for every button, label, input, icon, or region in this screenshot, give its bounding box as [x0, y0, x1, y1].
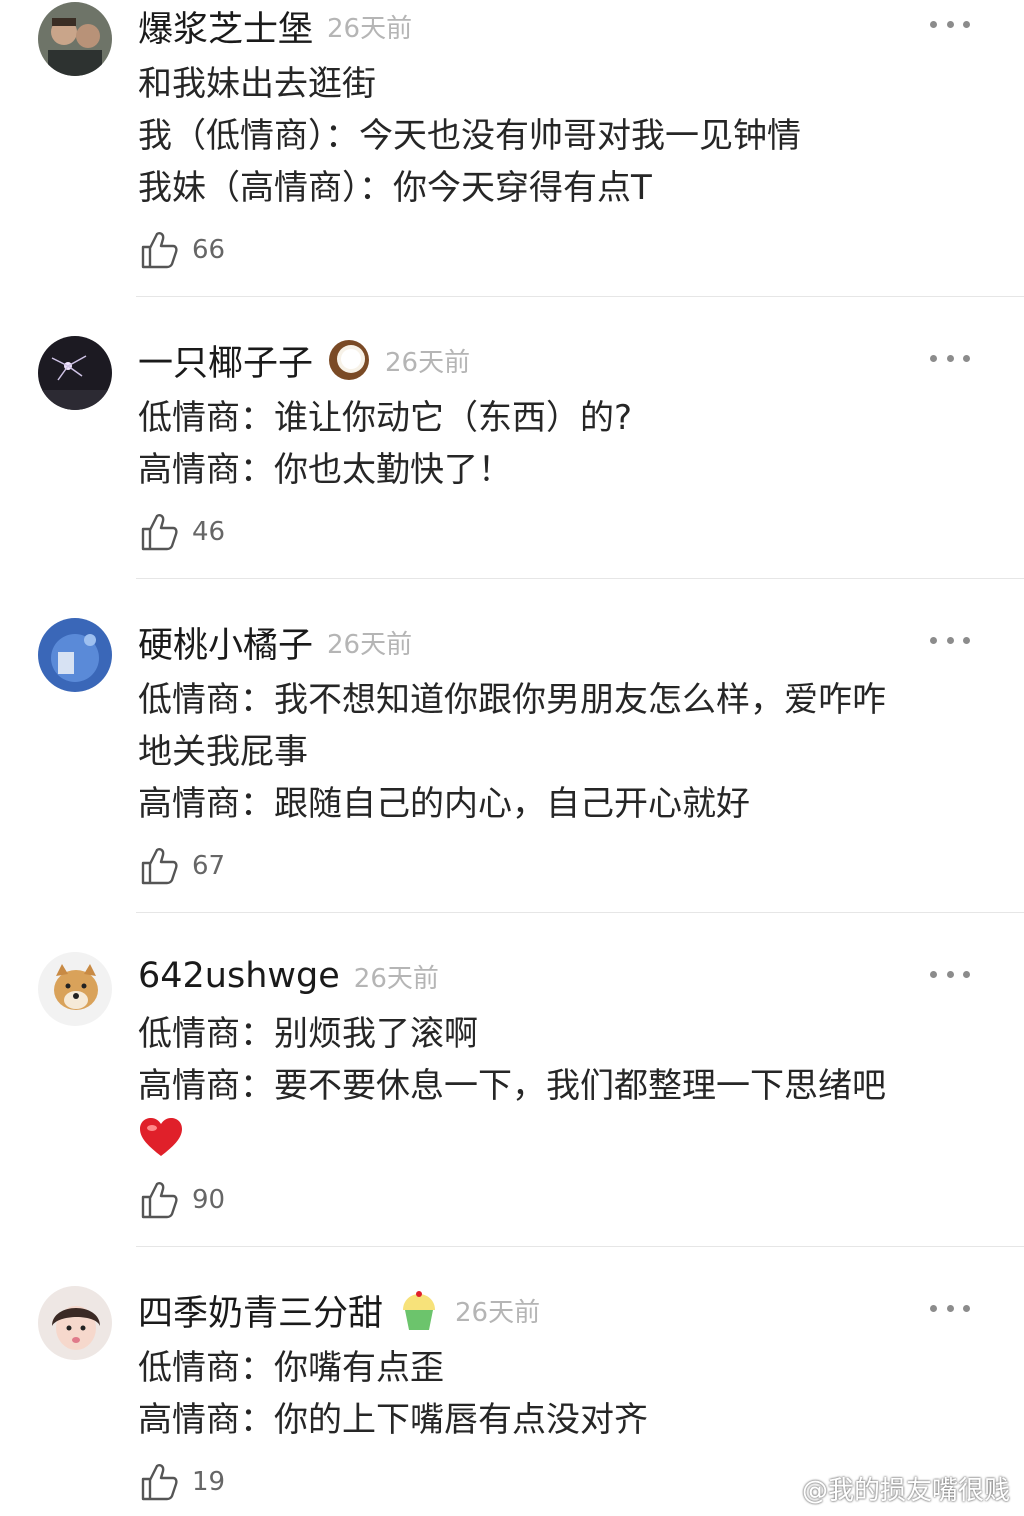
like-count: 67 [192, 851, 226, 881]
comment-line: 高情商：跟随自己的内心，自己开心就好 [138, 784, 750, 824]
divider [136, 912, 1024, 913]
username[interactable]: 四季奶青三分甜 [138, 1285, 383, 1336]
like-count: 19 [192, 1467, 226, 1497]
like-button[interactable]: 67 [140, 846, 225, 886]
comment-text: 低情商：别烦我了滚啊 高情商：要不要休息一下，我们都整理一下思绪吧 [138, 1008, 998, 1164]
cupcake-emoji [397, 1288, 441, 1332]
avatar[interactable] [38, 618, 112, 692]
more-options-icon[interactable] [930, 1300, 970, 1316]
timestamp: 26天前 [455, 1297, 541, 1328]
comment-line: 高情商：你也太勤快了！ [138, 450, 512, 490]
thumbs-up-icon [141, 232, 178, 269]
like-count: 46 [192, 517, 226, 547]
watermark: @我的损友嘴很贱 [764, 1470, 1010, 1507]
avatar[interactable] [38, 336, 112, 410]
like-button[interactable]: 66 [140, 230, 225, 270]
timestamp: 26天前 [327, 13, 413, 44]
divider [136, 296, 1024, 297]
comment-line: 高情商：你的上下嘴唇有点没对齐 [138, 1400, 648, 1440]
like-count: 66 [192, 235, 226, 265]
comment-line: 我妹（高情商）：你今天穿得有点T [138, 168, 652, 208]
thumbs-up-icon [141, 848, 178, 885]
divider [136, 1246, 1024, 1247]
comment-line: 低情商：你嘴有点歪 [138, 1348, 444, 1388]
comment-line: 地关我屁事 [138, 732, 308, 772]
comment-line: 低情商：我不想知道你跟你男朋友怎么样，爱咋咋 [138, 680, 886, 720]
like-count: 90 [192, 1185, 226, 1215]
red-heart-emoji [138, 1112, 998, 1164]
username[interactable]: 642ushwge [138, 956, 340, 996]
thumbs-up-icon [141, 1182, 178, 1219]
like-button[interactable]: 90 [140, 1180, 225, 1220]
more-options-icon[interactable] [930, 350, 970, 366]
watermark-text: @我的损友嘴很贱 [802, 1476, 1011, 1506]
avatar[interactable] [38, 2, 112, 76]
avatar[interactable] [38, 952, 112, 1026]
username[interactable]: 硬桃小橘子 [138, 617, 313, 668]
weibo-logo-icon [764, 1478, 795, 1501]
timestamp: 26天前 [327, 629, 413, 660]
comment-line: 我（低情商）：今天也没有帅哥对我一见钟情 [138, 116, 801, 156]
username[interactable]: 爆浆芝士堡 [138, 1, 313, 52]
comment-text: 低情商：谁让你动它（东西）的? 高情商：你也太勤快了！ [138, 392, 998, 496]
avatar[interactable] [38, 1286, 112, 1360]
thumbs-up-icon [141, 514, 178, 551]
comment-text: 和我妹出去逛街 我（低情商）：今天也没有帅哥对我一见钟情 我妹（高情商）：你今天… [138, 58, 998, 214]
comment-text: 低情商：我不想知道你跟你男朋友怎么样，爱咋咋 地关我屁事 高情商：跟随自己的内心… [138, 674, 998, 830]
comment-text: 低情商：你嘴有点歪 高情商：你的上下嘴唇有点没对齐 [138, 1342, 998, 1446]
comment-line: 和我妹出去逛街 [138, 64, 376, 104]
like-button[interactable]: 19 [140, 1462, 225, 1502]
comment-line: 高情商：要不要休息一下，我们都整理一下思绪吧 [138, 1066, 886, 1106]
username[interactable]: 一只椰子子 [138, 335, 313, 386]
comment-line: 低情商：别烦我了滚啊 [138, 1014, 478, 1054]
thumbs-up-icon [141, 1464, 178, 1501]
divider [136, 578, 1024, 579]
like-button[interactable]: 46 [140, 512, 225, 552]
timestamp: 26天前 [385, 347, 471, 378]
more-options-icon[interactable] [930, 966, 970, 982]
more-options-icon[interactable] [930, 632, 970, 648]
timestamp: 26天前 [353, 963, 439, 994]
comment-line: 低情商：谁让你动它（东西）的? [138, 398, 633, 438]
coconut-emoji [327, 338, 371, 382]
more-options-icon[interactable] [930, 16, 970, 32]
